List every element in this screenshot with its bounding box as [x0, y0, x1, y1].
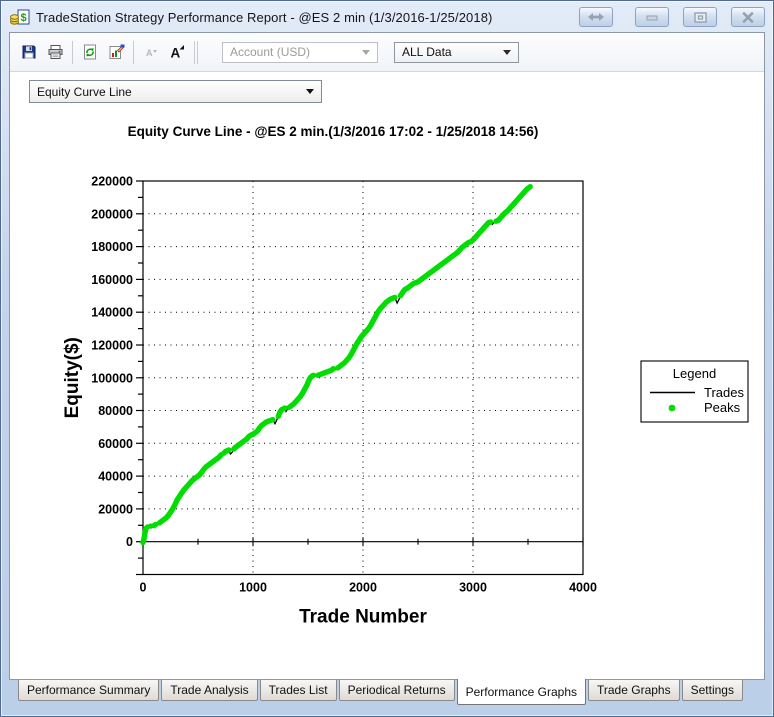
svg-text:Equity Curve Line - @ES 2 min.: Equity Curve Line - @ES 2 min.(1/3/2016 …: [128, 124, 539, 139]
svg-text:Legend: Legend: [673, 366, 716, 381]
font-increase-button[interactable]: A: [164, 39, 190, 65]
svg-text:60000: 60000: [98, 437, 133, 451]
close-icon: [742, 12, 754, 23]
font-increase-icon: A: [169, 44, 185, 60]
data-range-dropdown[interactable]: ALL Data: [394, 42, 519, 63]
graph-type-dropdown-value: Equity Curve Line: [37, 85, 132, 99]
tab-trades-list[interactable]: Trades List: [260, 680, 337, 701]
print-icon: [47, 44, 64, 60]
report-settings-icon: [108, 44, 125, 60]
performance-graph-panel: Equity Curve Line Equity Curve Line - @E…: [10, 72, 764, 679]
tradestation-report-window: $ TradeStation Strategy Performance Repo…: [0, 0, 774, 717]
svg-text:1000: 1000: [239, 581, 267, 595]
data-range-dropdown-value: ALL Data: [402, 45, 452, 59]
svg-text:Equity($): Equity($): [62, 337, 83, 418]
svg-text:120000: 120000: [91, 339, 133, 353]
svg-text:100000: 100000: [91, 371, 133, 385]
svg-text:3000: 3000: [459, 581, 487, 595]
maximize-button[interactable]: [683, 7, 717, 27]
dock-toggle-button[interactable]: [579, 7, 613, 27]
svg-text:180000: 180000: [91, 240, 133, 254]
svg-text:80000: 80000: [98, 404, 133, 418]
print-button[interactable]: [42, 39, 68, 65]
svg-text:40000: 40000: [98, 470, 133, 484]
report-frame: A A Account (USD) ALL Data: [9, 32, 765, 680]
svg-text:Trades: Trades: [704, 385, 744, 400]
font-decrease-icon: A: [143, 44, 159, 60]
svg-text:140000: 140000: [91, 306, 133, 320]
save-button[interactable]: [16, 39, 42, 65]
toolbar-separator: [72, 41, 73, 64]
font-decrease-button[interactable]: A: [138, 39, 164, 65]
chevron-down-icon: [503, 50, 511, 55]
svg-text:A: A: [146, 48, 153, 58]
account-dropdown[interactable]: Account (USD): [222, 42, 378, 63]
toolbar-separator: [194, 41, 195, 64]
equity-curve-chart: Equity Curve Line - @ES 2 min.(1/3/2016 …: [10, 72, 766, 680]
tab-performance-graphs[interactable]: Performance Graphs: [457, 679, 586, 705]
save-icon: [21, 44, 37, 60]
svg-text:Trade Number: Trade Number: [299, 607, 427, 628]
window-title: TradeStation Strategy Performance Report…: [36, 10, 573, 25]
toolbar: A A Account (USD) ALL Data: [10, 33, 764, 72]
chevron-down-icon: [362, 50, 370, 55]
tab-trade-graphs[interactable]: Trade Graphs: [588, 680, 680, 701]
maximize-icon: [694, 12, 707, 23]
tab-performance-summary[interactable]: Performance Summary: [18, 680, 159, 701]
account-dropdown-value: Account (USD): [230, 45, 310, 59]
svg-text:0: 0: [126, 535, 133, 549]
svg-text:A: A: [171, 46, 181, 61]
svg-text:20000: 20000: [98, 502, 133, 516]
tab-trade-analysis[interactable]: Trade Analysis: [161, 680, 257, 701]
titlebar: $ TradeStation Strategy Performance Repo…: [9, 2, 765, 32]
svg-text:200000: 200000: [91, 207, 133, 221]
app-icon: $: [10, 9, 30, 26]
dock-arrows-icon: [588, 12, 604, 22]
minimize-icon: [646, 13, 658, 21]
graph-type-dropdown[interactable]: Equity Curve Line: [29, 80, 322, 103]
svg-text:0: 0: [140, 581, 147, 595]
svg-text:4000: 4000: [569, 581, 597, 595]
svg-text:Peaks: Peaks: [704, 400, 741, 415]
svg-text:160000: 160000: [91, 273, 133, 287]
svg-text:2000: 2000: [349, 581, 377, 595]
toolbar-separator: [133, 41, 134, 64]
minimize-button[interactable]: [635, 7, 669, 27]
report-tabs: Performance Summary Trade Analysis Trade…: [9, 680, 765, 708]
svg-text:220000: 220000: [91, 175, 133, 189]
svg-text:$: $: [20, 12, 26, 24]
tab-periodical-returns[interactable]: Periodical Returns: [339, 680, 455, 701]
refresh-button[interactable]: [77, 39, 103, 65]
refresh-icon: [82, 44, 98, 60]
chevron-down-icon: [306, 89, 314, 94]
toolbar-separator: [197, 41, 198, 64]
tab-settings[interactable]: Settings: [682, 680, 743, 701]
close-button[interactable]: [731, 7, 765, 27]
report-settings-button[interactable]: [103, 39, 129, 65]
